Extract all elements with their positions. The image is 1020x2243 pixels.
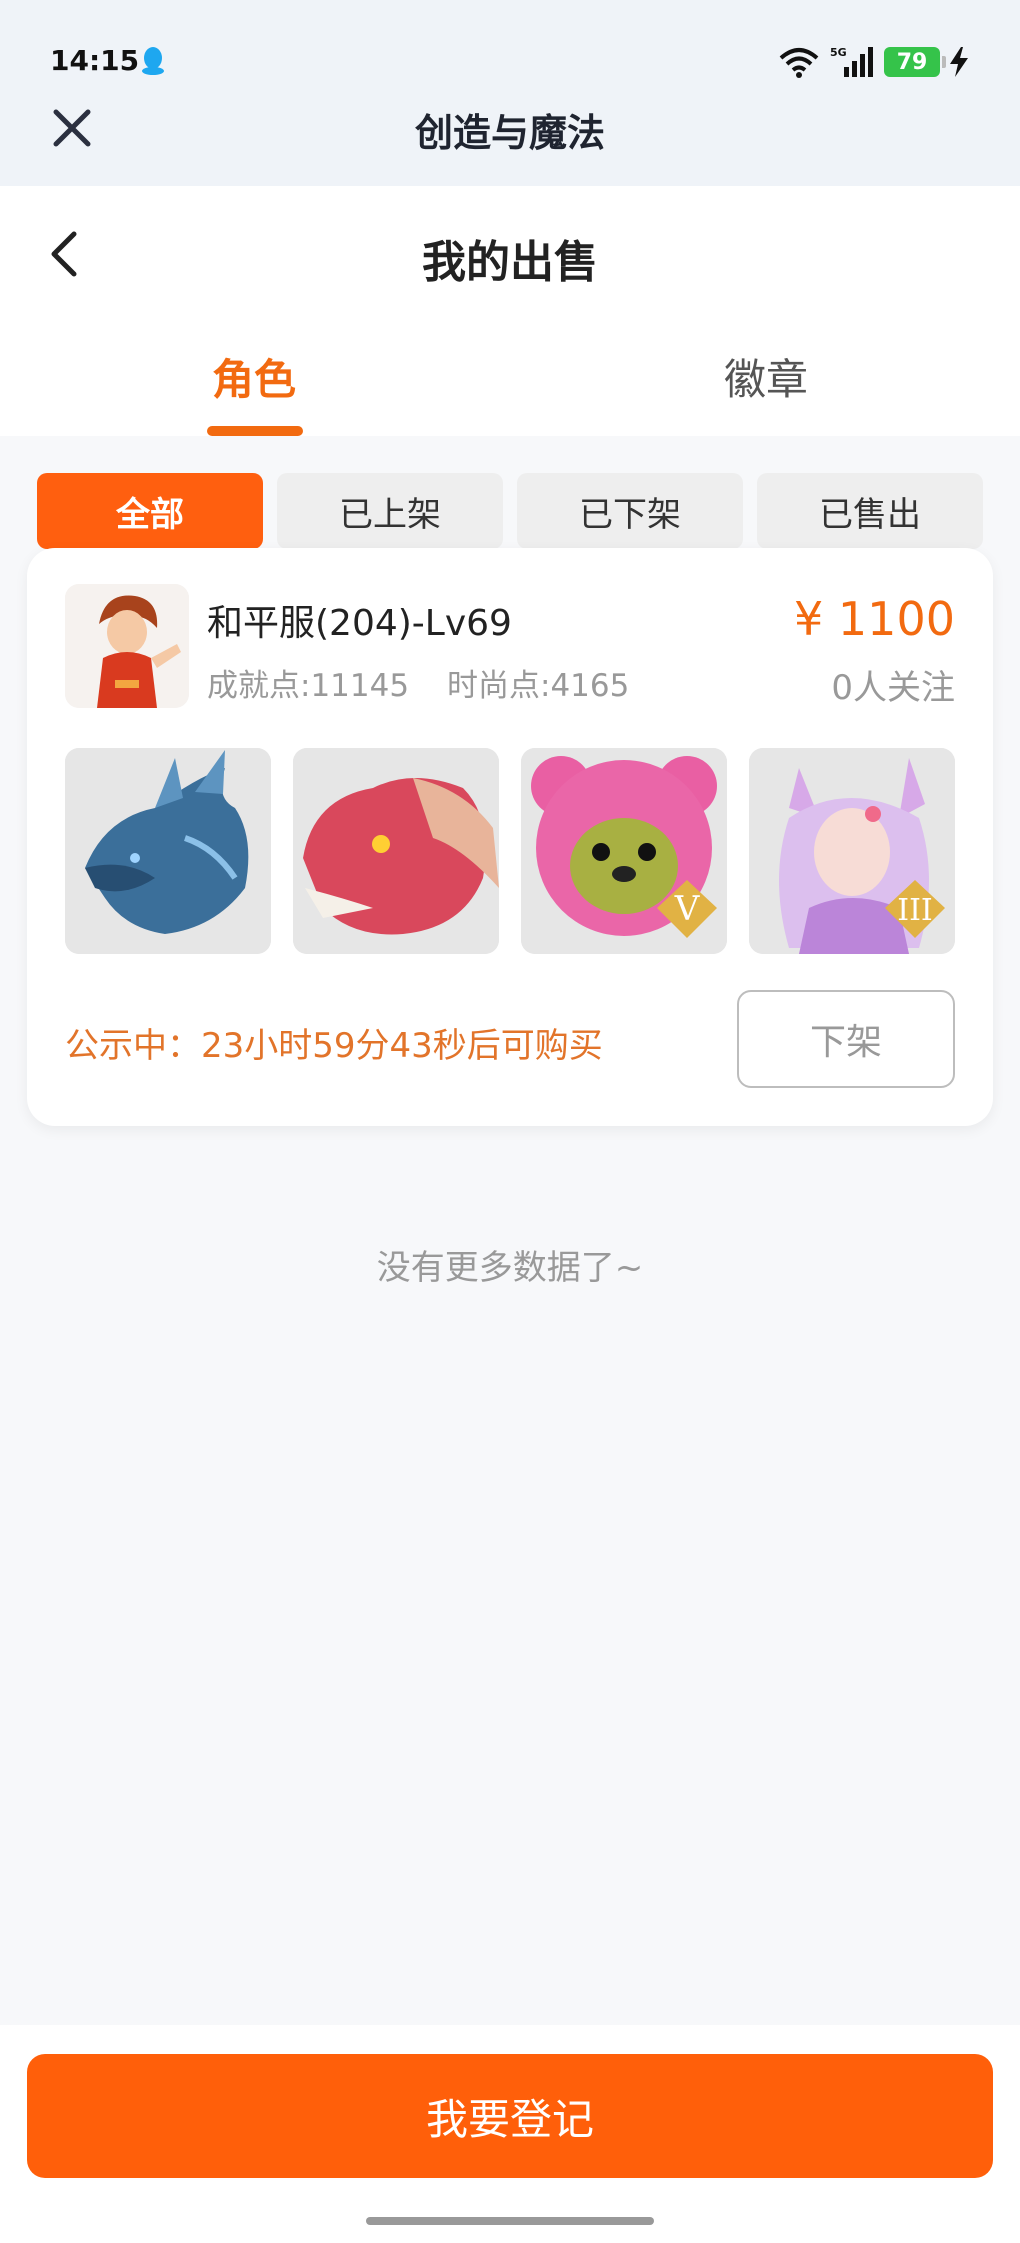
- fashion-points: 时尚点:4165: [447, 668, 630, 704]
- bottom-bar: 我要登记: [0, 2025, 1020, 2243]
- delist-button[interactable]: 下架: [737, 990, 955, 1088]
- status-time: 14:15: [50, 44, 140, 77]
- item-thumbnail[interactable]: V: [521, 748, 727, 954]
- tab-role[interactable]: 角色: [144, 346, 364, 407]
- wifi-icon: [779, 48, 819, 78]
- filter-all[interactable]: 全部: [37, 473, 263, 549]
- app-title: 创造与魔法: [414, 111, 605, 155]
- filter-sold[interactable]: 已售出: [757, 473, 983, 549]
- red-dragon-icon: [293, 748, 499, 954]
- page-title: 我的出售: [422, 237, 598, 288]
- register-button[interactable]: 我要登记: [27, 2054, 993, 2178]
- filter-delisted[interactable]: 已下架: [517, 473, 743, 549]
- active-tab-indicator: [207, 426, 303, 436]
- fox-girl-icon: III: [749, 748, 955, 954]
- no-more-data-text: 没有更多数据了~: [376, 1248, 644, 1288]
- ice-dragon-icon: [65, 748, 271, 954]
- rarity-badge: V: [674, 889, 701, 929]
- battery-indicator: 79: [884, 47, 946, 77]
- page-header: 我的出售 角色 徽章: [0, 186, 1020, 436]
- character-name: 和平服(204)-Lv69: [207, 603, 512, 644]
- listing-price: ¥ 1100: [794, 592, 955, 646]
- svg-text:5G: 5G: [830, 46, 847, 59]
- tab-badge[interactable]: 徽章: [656, 346, 876, 407]
- pink-bear-icon: V: [521, 748, 727, 954]
- publicity-countdown: 公示中：23小时59分43秒后可购买: [65, 1026, 603, 1066]
- follower-count: 0人关注: [831, 668, 955, 708]
- title-bar: 创造与魔法: [0, 90, 1020, 186]
- item-thumbnail[interactable]: III: [749, 748, 955, 954]
- rarity-badge: III: [897, 893, 933, 928]
- filter-listed[interactable]: 已上架: [277, 473, 503, 549]
- home-indicator[interactable]: [366, 2217, 654, 2225]
- status-filter-bar: 全部 已上架 已下架 已售出: [37, 473, 983, 549]
- character-avatar: [65, 584, 189, 708]
- signal-icon: 5G: [830, 46, 873, 77]
- item-thumbnail[interactable]: [65, 748, 271, 954]
- listing-card[interactable]: 和平服(204)-Lv69 成就点:11145 时尚点:4165 ¥ 1100 …: [27, 548, 993, 1126]
- item-thumbnail[interactable]: [293, 748, 499, 954]
- status-indicators: 5G 79: [778, 44, 968, 80]
- achievement-points: 成就点:11145: [207, 668, 410, 704]
- qq-penguin-icon: [142, 47, 164, 75]
- charging-bolt-icon: [950, 47, 968, 77]
